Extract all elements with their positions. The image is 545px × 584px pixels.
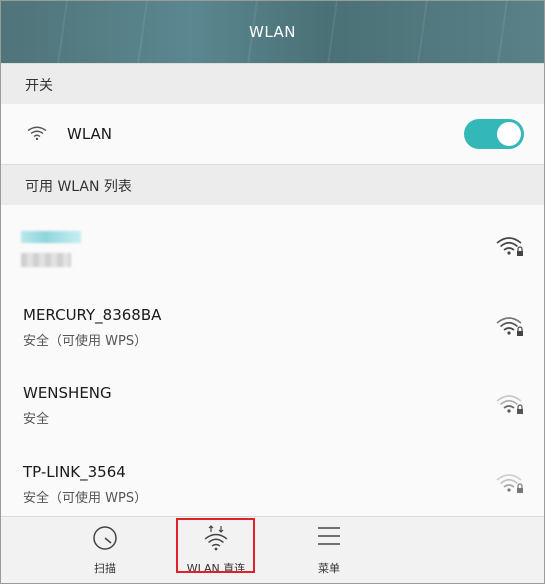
network-item[interactable]: TP-LINK_3564 安全（可使用 WPS）: [1, 443, 544, 516]
network-item[interactable]: WENSHENG 安全: [1, 364, 544, 444]
network-ssid: WENSHENG: [23, 384, 112, 402]
switch-section-label: 开关: [25, 78, 53, 94]
network-security: 安全（可使用 WPS）: [23, 491, 148, 506]
blurred-security: [21, 253, 71, 267]
switch-section-header: 开关: [1, 63, 544, 105]
scan-label: 扫描: [94, 562, 116, 575]
title-bar: WLAN: [1, 1, 544, 63]
wlan-toggle-switch[interactable]: [464, 119, 524, 149]
bottom-nav: 扫描 WLAN 直连 菜单: [1, 516, 544, 583]
network-ssid: MERCURY_8368BA: [23, 306, 162, 324]
menu-label: 菜单: [318, 562, 340, 575]
page-title: WLAN: [248, 23, 296, 41]
scan-icon: [93, 526, 117, 550]
wifi-locked-icon: [496, 474, 523, 493]
wlan-toggle-row[interactable]: WLAN: [1, 104, 544, 165]
wlan-toggle-label: WLAN: [67, 125, 113, 143]
highlight-box: [176, 518, 255, 573]
menu-icon: [318, 527, 340, 545]
networks-section-header: 可用 WLAN 列表: [1, 164, 544, 206]
menu-button[interactable]: 菜单: [274, 517, 384, 583]
screen: WLAN 开关 WLAN 可用 WLAN 列表 MERCURY_8368BA 安…: [0, 0, 545, 584]
network-security: 安全: [23, 412, 50, 427]
toggle-knob: [497, 122, 521, 146]
wifi-locked-icon: [496, 395, 523, 414]
networks-section-label: 可用 WLAN 列表: [25, 179, 132, 195]
wifi-locked-icon: [496, 317, 523, 336]
blurred-ssid: [21, 231, 81, 243]
network-item[interactable]: MERCURY_8368BA 安全（可使用 WPS）: [1, 285, 544, 365]
network-ssid: TP-LINK_3564: [23, 463, 126, 481]
wifi-icon: [27, 126, 47, 140]
network-item[interactable]: [1, 205, 544, 286]
scan-button[interactable]: 扫描: [50, 517, 160, 583]
network-security: 安全（可使用 WPS）: [23, 334, 148, 349]
wifi-locked-icon: [496, 237, 523, 256]
